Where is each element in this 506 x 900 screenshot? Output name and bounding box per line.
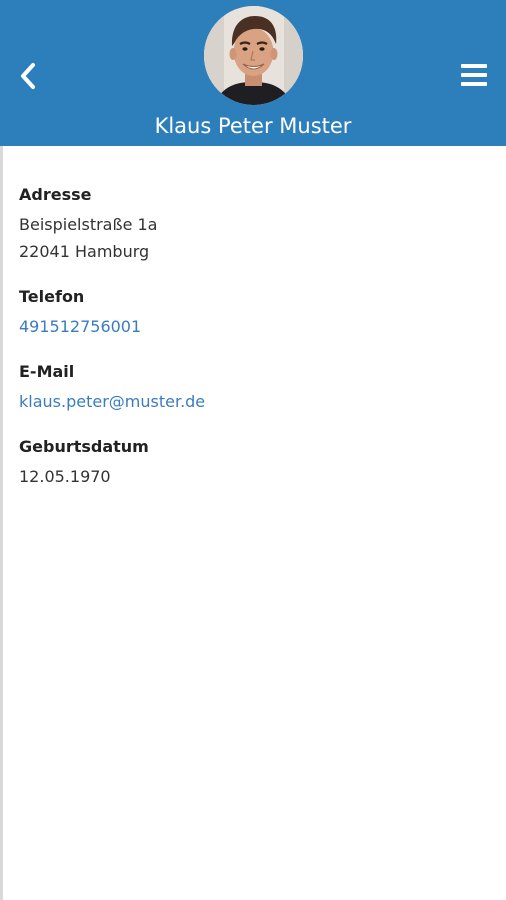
back-button[interactable] bbox=[12, 58, 44, 94]
birthday-section: Geburtsdatum 12.05.1970 bbox=[19, 433, 489, 490]
chevron-left-icon bbox=[21, 63, 35, 89]
birthday-value: 12.05.1970 bbox=[19, 467, 111, 486]
birthday-label: Geburtsdatum bbox=[19, 437, 149, 456]
address-line-1: Beispielstraße 1a bbox=[19, 215, 158, 234]
hamburger-menu-icon bbox=[461, 64, 487, 86]
contact-details: Adresse Beispielstraße 1a 22041 Hamburg … bbox=[19, 181, 489, 508]
menu-button[interactable] bbox=[455, 56, 493, 94]
email-section: E-Mail klaus.peter@muster.de bbox=[19, 358, 489, 415]
address-label: Adresse bbox=[19, 185, 92, 204]
contact-detail-screen: Klaus Peter Muster Adresse Beispielstraß… bbox=[0, 0, 506, 900]
avatar bbox=[204, 6, 303, 105]
email-link[interactable]: klaus.peter@muster.de bbox=[19, 388, 205, 415]
left-edge-divider bbox=[0, 146, 3, 900]
profile-header: Klaus Peter Muster bbox=[0, 0, 506, 146]
address-section: Adresse Beispielstraße 1a 22041 Hamburg bbox=[19, 181, 489, 265]
address-line-2: 22041 Hamburg bbox=[19, 242, 150, 261]
phone-label: Telefon bbox=[19, 287, 85, 306]
email-label: E-Mail bbox=[19, 362, 75, 381]
phone-section: Telefon 491512756001 bbox=[19, 283, 489, 340]
contact-name: Klaus Peter Muster bbox=[154, 114, 352, 138]
profile-photo bbox=[204, 6, 303, 105]
phone-link[interactable]: 491512756001 bbox=[19, 313, 141, 340]
